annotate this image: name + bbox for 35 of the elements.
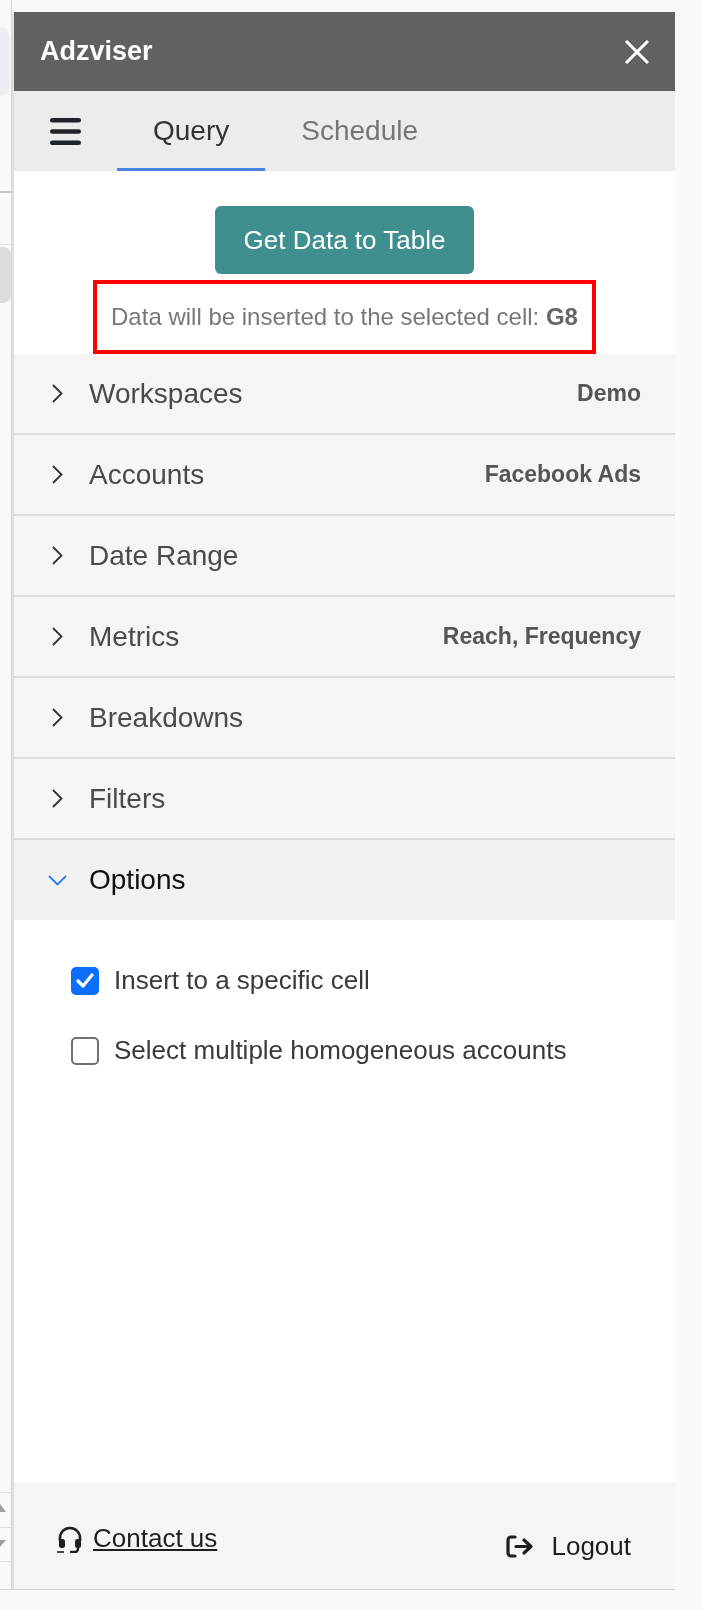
checkbox-label[interactable]: Select multiple homogeneous accounts [114,1031,567,1070]
selection-summary: Demo [577,379,641,409]
chevron-down-icon [48,874,67,886]
window-title: Adzviser [40,35,153,69]
checkbox[interactable] [71,1036,99,1065]
close-button[interactable] [624,38,650,65]
menu-icon [50,117,81,145]
accordion-header[interactable]: Filters [14,759,675,840]
accordion-header[interactable]: Date Range [14,516,675,597]
scroll-down-icon[interactable] [0,1540,6,1547]
chevron-right-icon [52,546,63,565]
logout-icon [506,1535,535,1558]
selection-summary: Facebook Ads [484,460,641,490]
chevron-right-icon [52,627,63,646]
logout-button[interactable]: Logout [506,1527,631,1566]
check-icon [76,973,94,988]
accordion-header[interactable]: Options [14,840,675,920]
accordion-header[interactable]: Metrics Reach, Frequency [14,597,675,678]
insert-note: Data will be inserted to the selected cell: G8 [111,302,578,333]
headset-icon [56,1524,84,1553]
selection-summary: Reach, Frequency [442,622,641,652]
get-data-button[interactable]: Get Data to Table [214,206,475,275]
accordion-header[interactable]: Workspaces Demo [14,354,675,435]
checkbox-label[interactable]: Insert to a specific cell [114,961,370,1000]
chevron-right-icon [52,708,63,727]
accordion-header[interactable]: Breakdowns [14,678,675,759]
scroll-up-icon[interactable] [0,1504,6,1512]
tab[interactable]: Schedule [265,91,454,171]
chevron-right-icon [52,384,63,403]
checkbox[interactable] [71,966,99,995]
chevron-right-icon [52,465,63,484]
chevron-right-icon [52,789,63,808]
close-icon [624,39,650,64]
accordion-header[interactable]: Accounts Facebook Ads [14,435,675,516]
contact-link[interactable]: Contact us [56,1519,218,1558]
